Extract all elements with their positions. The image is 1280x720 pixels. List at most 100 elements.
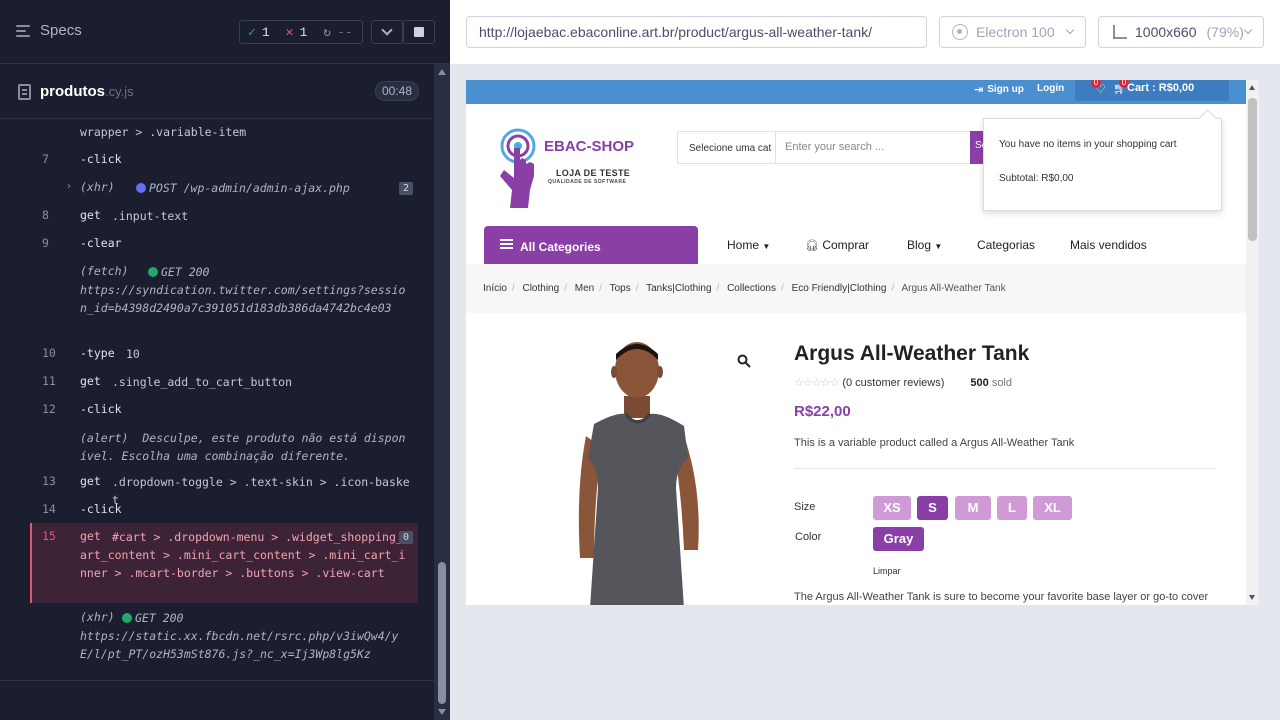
reviews-link[interactable]: (0 customer reviews) [842, 377, 944, 389]
command-row[interactable]: (fetch) GET 200 https://syndication.twit… [30, 260, 418, 340]
command-name: get [80, 374, 101, 388]
expand-caret-icon[interactable]: › [66, 181, 72, 192]
aut-scrollbar[interactable] [1246, 80, 1259, 605]
stop-button[interactable] [403, 20, 435, 44]
command-number: 10 [42, 346, 56, 360]
product-price: R$22,00 [794, 403, 851, 420]
command-row[interactable]: 8 get .input-text [30, 204, 418, 230]
product-rating: ☆☆☆☆☆ (0 customer reviews) 500 sold [794, 376, 1012, 390]
scroll-up-icon[interactable] [438, 69, 446, 75]
nav-categorias[interactable]: Categorias [977, 238, 1035, 252]
command-message: wrapper > .variable-item [80, 125, 247, 139]
command-name: -click [80, 502, 122, 516]
command-name: -click [80, 402, 122, 416]
logo-tagline: LOJA DE TESTE [556, 168, 631, 178]
nav-home[interactable]: Home ▼ [727, 238, 770, 252]
command-row[interactable]: 14 -click [30, 498, 418, 524]
specs-label: Specs [40, 22, 82, 39]
chevron-down-icon [381, 24, 393, 36]
breadcrumb-link[interactable]: Tops [610, 283, 631, 294]
command-name: get [80, 208, 101, 222]
check-icon: ✓ [248, 24, 256, 40]
command-row[interactable]: 7 -click [30, 148, 418, 174]
site-logo[interactable]: EBAC-SHOP LOJA DE TESTE QUALIDADE DE SOF… [496, 128, 636, 212]
cart-toggle[interactable]: ♡ 0 🛒︎ 0 Cart : R$0,00 [1075, 80, 1229, 101]
breadcrumb-link[interactable]: Início [483, 283, 507, 294]
scroll-down-icon[interactable] [438, 709, 446, 715]
command-number: 8 [42, 208, 49, 222]
main-nav: All Categories Home ▼ 🎧︎ Comprar Blog ▼ … [466, 224, 1246, 264]
star-rating-icon: ☆☆☆☆☆ [794, 377, 839, 389]
breadcrumb-link[interactable]: Clothing [522, 283, 559, 294]
scroll-down-icon[interactable] [1249, 595, 1255, 600]
zoom-level: (79%) [1206, 24, 1244, 40]
size-option-xl[interactable]: XL [1033, 496, 1072, 520]
command-row[interactable]: 12 -click [30, 398, 418, 424]
size-option-s[interactable]: S [917, 496, 948, 520]
nav-comprar[interactable]: 🎧︎ Comprar [805, 238, 869, 252]
nav-blog[interactable]: Blog ▼ [907, 238, 942, 252]
command-row[interactable]: (xhr) GET 200 https://static.xx.fbcdn.ne… [30, 606, 418, 666]
scrollbar-thumb[interactable] [438, 562, 446, 704]
spec-file-header[interactable]: produtos.cy.js [0, 65, 432, 119]
viewport-info[interactable]: 1000x660 (79%) [1098, 16, 1264, 48]
command-row-failed[interactable]: 15 get #cart > .dropdown-menu > .widget_… [30, 523, 418, 603]
clear-selection-link[interactable]: Limpar [873, 566, 901, 576]
search-zoom-icon[interactable] [737, 354, 751, 368]
hamburger-icon [500, 239, 513, 249]
search-input[interactable]: Enter your search ... [785, 141, 884, 153]
signup-link[interactable]: ⇥ Sign up [974, 83, 1024, 96]
chevron-down-icon [1243, 25, 1253, 35]
login-link[interactable]: Login [1037, 83, 1064, 94]
color-option-gray[interactable]: Gray [873, 527, 924, 551]
product-image[interactable] [556, 338, 736, 605]
category-select[interactable]: Selecione uma cat [689, 143, 771, 154]
command-row[interactable]: 13 get .dropdown-toggle > .text-skin > .… [30, 470, 418, 507]
divider [775, 132, 776, 163]
breadcrumb-current: Argus All-Weather Tank [901, 283, 1006, 294]
caret-down-icon: ▼ [934, 242, 943, 251]
command-row[interactable]: › (xhr) POST /wp-admin/admin-ajax.php 2 [30, 176, 418, 202]
sold-label: sold [991, 376, 1012, 389]
product-long-description: The Argus All-Weather Tank is sure to be… [794, 591, 1209, 603]
command-row[interactable]: (alert) Desculpe, este produto não está … [30, 426, 418, 470]
browser-selector[interactable]: Electron 100 [939, 16, 1086, 48]
command-message: .single_add_to_cart_button [112, 375, 293, 389]
color-label: Color [795, 531, 822, 543]
nav-mais-vendidos[interactable]: Mais vendidos [1070, 238, 1147, 252]
pending-dot-icon [136, 183, 146, 193]
passed-count: 1 [261, 24, 270, 40]
scrollbar-thumb[interactable] [1248, 98, 1257, 241]
command-message: #cart > .dropdown-menu > .widget_shoppin… [80, 530, 410, 580]
divider [794, 468, 1216, 469]
ruler-icon [1113, 25, 1127, 39]
breadcrumb-link[interactable]: Collections [727, 283, 776, 294]
command-row[interactable]: 11 get .single_add_to_cart_button [30, 370, 418, 396]
command-message: 10 [126, 347, 140, 361]
scroll-up-icon[interactable] [1249, 85, 1255, 90]
command-row[interactable]: 9 -clear [30, 232, 418, 258]
all-categories-button[interactable]: All Categories [484, 226, 698, 264]
specs-button[interactable]: Specs [16, 22, 82, 39]
size-option-m[interactable]: M [955, 496, 991, 520]
url-bar[interactable]: http://lojaebac.ebaconline.art.br/produc… [466, 16, 927, 48]
reporter-panel: Specs ✓ 1 ✕ 1 ↻ -- produtos.cy.js 00:48 wra… [0, 0, 450, 720]
aut-header: http://lojaebac.ebaconline.art.br/produc… [450, 0, 1280, 64]
breadcrumb-link[interactable]: Eco Friendly|Clothing [792, 283, 887, 294]
cart-empty-message: You have no items in your shopping cart [999, 139, 1177, 150]
breadcrumb-link[interactable]: Tanks|Clothing [646, 283, 711, 294]
command-message: Desculpe, este produto não está disponív… [80, 431, 406, 463]
command-row[interactable]: 10 -type 10 [30, 342, 418, 368]
command-row[interactable]: wrapper > .variable-item [30, 120, 418, 146]
collapse-button[interactable] [371, 20, 403, 44]
breadcrumb-link[interactable]: Men [575, 283, 594, 294]
reporter-scrollbar[interactable] [434, 64, 450, 720]
reporter-header: Specs ✓ 1 ✕ 1 ↻ -- [0, 0, 450, 64]
size-option-xs[interactable]: XS [873, 496, 911, 520]
size-option-l[interactable]: L [997, 496, 1027, 520]
logo-brand: EBAC-SHOP [544, 138, 635, 155]
command-count: 0 [398, 531, 413, 544]
site-topbar: ⇥ Sign up Login ♡ 0 🛒︎ 0 Cart : R$0,00 [466, 80, 1246, 104]
divider [0, 680, 434, 681]
stop-icon [414, 27, 424, 37]
